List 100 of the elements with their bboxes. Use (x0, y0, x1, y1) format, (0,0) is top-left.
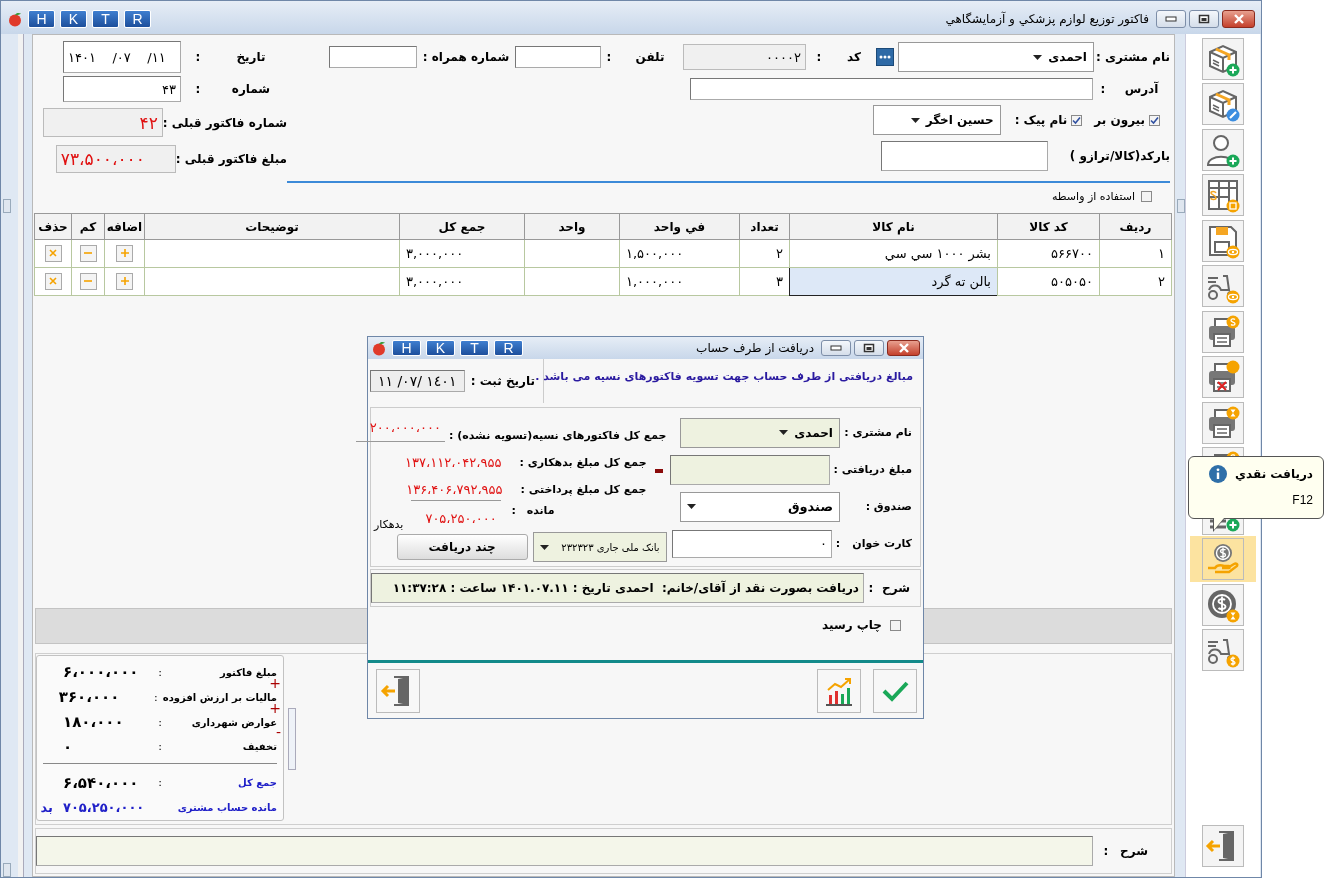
status-label: بد (40, 800, 53, 816)
letter-button[interactable]: T (460, 340, 489, 356)
window-title: فاکتور توزیع لوازم پزشکي و آزمايشگاهي (945, 12, 1149, 26)
toolbar-button[interactable] (1202, 174, 1244, 216)
value: ۳۶۰،۰۰۰ (58, 688, 121, 707)
fund-dropdown[interactable]: صندوق (680, 491, 840, 522)
label: عوارض شهرداری (190, 716, 278, 728)
letter-button[interactable]: K (426, 340, 455, 356)
label: شرح (1119, 844, 1149, 858)
column-header: توضیحات (144, 213, 400, 240)
label: مانده حساب مشتری (176, 802, 278, 814)
checkbox[interactable] (1141, 190, 1152, 202)
letter-button[interactable]: R (494, 340, 523, 356)
column-header: تعداد (739, 213, 790, 240)
caret-icon (539, 544, 549, 550)
checkbox[interactable] (890, 619, 901, 631)
table-cell: ۲ (739, 239, 790, 268)
toolbar-button[interactable] (1202, 128, 1244, 171)
close-button[interactable] (887, 340, 920, 356)
letter-button[interactable]: H (392, 340, 421, 356)
toolbar-button[interactable] (1202, 583, 1244, 626)
app-icon (8, 11, 23, 27)
toolbar-button[interactable] (1202, 37, 1244, 80)
toolbar-button[interactable] (1202, 629, 1244, 671)
add-row-button[interactable] (116, 244, 133, 262)
chart-button[interactable] (817, 668, 861, 713)
table-cell[interactable]: بالن ته گرد (789, 267, 998, 296)
bank-dropdown[interactable]: بانک ملی جاری ۲۳۲۳۲۳ (532, 532, 667, 562)
date-field[interactable]: ۱۴۰۱ /۰۷ /۱۱ (63, 41, 181, 73)
toolbar-button[interactable] (1202, 265, 1244, 307)
toolbar-button[interactable] (1202, 356, 1244, 398)
label: جمع کل فاکتورهای نسیه(تسویه نشده) : (448, 429, 667, 442)
exit-button[interactable] (376, 668, 420, 713)
description-field[interactable] (36, 836, 1093, 866)
splitter-handle[interactable] (288, 708, 296, 770)
caret-icon (910, 117, 920, 123)
label: جمع کل مبلغ پرداختی : (520, 482, 647, 496)
label: کد (846, 50, 862, 64)
close-button[interactable] (1222, 10, 1255, 28)
browse-button[interactable] (876, 48, 894, 66)
barcode-field[interactable] (881, 141, 1048, 171)
letter-button[interactable]: H (28, 10, 55, 28)
splitter-handle[interactable] (3, 199, 11, 213)
table-cell: ۳ (739, 267, 790, 296)
courier-dropdown[interactable]: حسین اخگر (872, 105, 1001, 135)
multi-receive-button[interactable]: چند دریافت (396, 534, 528, 560)
label: شماره همراه : (421, 50, 511, 64)
remove-row-button[interactable] (79, 272, 97, 290)
toolbar-button[interactable] (1202, 310, 1244, 353)
maximize-icon (863, 343, 875, 353)
code-field[interactable]: ۰۰۰۰۲ (683, 44, 806, 70)
label: استفاده از واسطه (1051, 189, 1135, 203)
phone-field[interactable] (515, 46, 601, 68)
label: بارکد(کالا/ترازو ) (1068, 149, 1170, 163)
toolbar-button[interactable] (1202, 219, 1244, 262)
date-field[interactable]: ١٤٠١ /٠٧/ ١١ (369, 370, 465, 392)
table-cell: ۳,۰۰۰,۰۰۰ (399, 239, 525, 268)
table-cell: ۱,۰۰۰,۰۰۰ (619, 267, 740, 296)
label: : (605, 50, 613, 64)
customer-dropdown[interactable]: احمدی (680, 417, 840, 448)
letter-button[interactable]: T (92, 10, 119, 28)
label: : (1102, 844, 1110, 858)
label: : (157, 665, 163, 679)
remove-row-button[interactable] (79, 244, 97, 262)
label: : (194, 82, 202, 96)
delete-row-button[interactable] (44, 272, 62, 290)
splitter-handle[interactable] (3, 863, 11, 877)
label: مالیات بر ارزش افزوده (162, 691, 278, 703)
toolbar-button[interactable] (1202, 83, 1244, 125)
checkbox[interactable] (1071, 114, 1083, 126)
table-cell[interactable]: بشر ۱۰۰۰ سي سي (789, 239, 998, 268)
mobile-field[interactable] (329, 46, 417, 68)
previous-amount-field[interactable]: ۷۳،۵۰۰،۰۰۰ (55, 145, 176, 173)
maximize-icon (1198, 14, 1210, 24)
toolbar-button[interactable] (1202, 401, 1244, 444)
address-field[interactable] (690, 78, 1093, 100)
description-field[interactable]: دریافت بصورت نقد از آقای/خانم: احمدی تاریخ : ۱۴۰۱.۰۷.۱۱ ساعت : ۱۱:۳۷:۲۸ (371, 573, 864, 603)
confirm-button[interactable] (873, 668, 917, 713)
splitter-handle[interactable] (1177, 199, 1185, 213)
number-field[interactable]: ۴۳ (63, 76, 181, 102)
sign: - (275, 724, 281, 741)
letter-button[interactable]: K (60, 10, 87, 28)
delete-row-button[interactable] (44, 244, 62, 262)
app-icon (372, 340, 387, 356)
caret-icon (779, 430, 789, 435)
label: مبلغ فاکتور قبلی : (175, 152, 287, 166)
checkbox[interactable] (1149, 114, 1160, 126)
window-title: دریافت از طرف حساب (696, 341, 814, 355)
add-row-button[interactable] (116, 272, 133, 290)
maximize-button[interactable] (854, 340, 884, 356)
maximize-button[interactable] (1189, 10, 1219, 28)
letter-button[interactable]: R (124, 10, 151, 28)
customer-dropdown[interactable]: احمدی (898, 42, 1094, 72)
label: : (1099, 82, 1107, 96)
label: شماره فاکتور قبلی : (162, 115, 287, 130)
toolbar-button[interactable] (1202, 825, 1244, 867)
previous-number-field[interactable]: ۴۲ (42, 108, 163, 137)
card-reader-field[interactable]: ۰ (671, 529, 832, 558)
amount-field[interactable] (669, 454, 830, 485)
label: بیرون بر (1094, 113, 1145, 127)
